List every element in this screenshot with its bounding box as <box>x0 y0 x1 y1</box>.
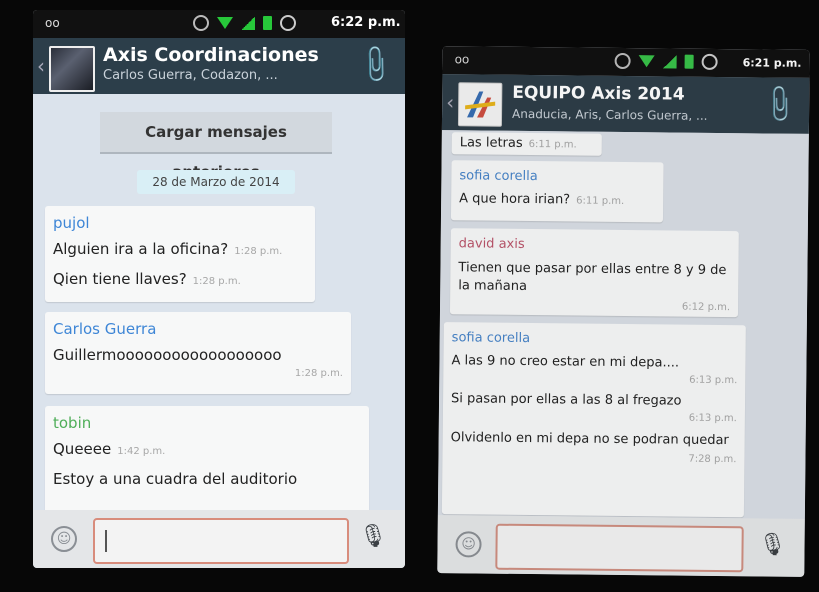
status-bar: oo 6:21 p.m. <box>442 46 810 78</box>
message-time: 6:11 p.m. <box>576 195 625 208</box>
sync-icon <box>614 52 631 70</box>
wifi-icon <box>638 55 655 68</box>
compose-bar: ☺ 🎙 <box>33 510 405 568</box>
sender-name: Carlos Guerra <box>53 320 157 338</box>
message-text: Queeee 1:42 p.m. <box>53 440 166 458</box>
message-list[interactable]: Cargar mensajes anteriores 28 de Marzo d… <box>33 94 405 510</box>
message-bubble[interactable]: tobin Queeee 1:42 p.m. Estoy a una cuadra… <box>45 406 369 510</box>
text-caret <box>105 530 107 552</box>
voicemail-icon: oo <box>45 16 60 30</box>
voicemail-icon: oo <box>454 52 470 67</box>
message-text: Las letras 6:11 p.m. <box>459 135 577 151</box>
message-time: 1:42 p.m. <box>117 446 166 457</box>
back-icon[interactable]: ‹ <box>446 90 454 114</box>
sync-icon <box>193 15 209 31</box>
paperclip-icon[interactable]: 📎 <box>757 83 801 127</box>
message-time: 1:28 p.m. <box>192 276 241 287</box>
alarm-icon <box>701 53 718 70</box>
signal-icon <box>241 16 255 30</box>
back-icon[interactable]: ‹ <box>37 54 45 78</box>
message-bubble[interactable]: Carlos Guerra Guillermoooooooooooooooooo… <box>45 312 351 394</box>
message-text: A que hora irian? 6:11 p.m. <box>459 191 625 208</box>
status-icons <box>614 52 718 70</box>
left-phone-screen: oo 6:22 p.m. ‹ Axis Coordinaciones Carlo… <box>33 10 405 568</box>
compose-bar: ☺ 🎙 <box>437 515 805 577</box>
message-bubble[interactable]: pujol Alguien ira a la oficina? 1:28 p.m.… <box>45 206 315 302</box>
group-title: Axis Coordinaciones <box>103 44 319 66</box>
sender-name: david axis <box>458 236 525 252</box>
message-time: 7:28 p.m. <box>688 453 737 466</box>
message-text: Olvidenlo en mi depa no se podran quedar <box>450 430 729 449</box>
message-list[interactable]: Las letras 6:11 p.m. sofia corella A que … <box>437 130 809 519</box>
message-text: Alguien ira a la oficina? 1:28 p.m. <box>53 240 283 258</box>
group-members: Carlos Guerra, Codazon, ... <box>103 68 278 83</box>
message-input[interactable] <box>495 523 744 573</box>
message-bubble[interactable]: sofia corella A las 9 no creo estar en m… <box>441 322 746 518</box>
alarm-icon <box>280 15 296 31</box>
message-bubble[interactable]: Las letras 6:11 p.m. <box>451 132 602 156</box>
microphone-icon[interactable]: 🎙 <box>359 524 387 549</box>
sender-name: pujol <box>53 214 90 232</box>
group-members: Anaducia, Aris, Carlos Guerra, ... <box>511 106 708 123</box>
message-text: Estoy a una cuadra del auditorio <box>53 470 298 488</box>
paperclip-icon[interactable]: 📎 <box>353 43 397 87</box>
chat-header[interactable]: ‹ Axis Coordinaciones Carlos Guerra, Cod… <box>33 38 405 94</box>
status-icons <box>193 15 296 31</box>
message-text: A las 9 no creo estar en mi depa.... <box>451 353 680 371</box>
wifi-icon <box>217 17 233 29</box>
signal-icon <box>662 54 677 69</box>
message-text: Tienen que pasar por ellas entre 8 y 9 d… <box>458 260 727 294</box>
status-time: 6:21 p.m. <box>742 56 802 70</box>
chat-header[interactable]: ‹ EQUIPO Axis 2014 Anaducia, Aris, Carlo… <box>441 74 810 134</box>
date-divider: 28 de Marzo de 2014 <box>137 170 295 194</box>
message-time: 6:13 p.m. <box>688 412 737 425</box>
group-title: EQUIPO Axis 2014 <box>512 82 685 105</box>
sender-name: tobin <box>53 414 92 432</box>
battery-icon <box>263 16 272 30</box>
smiley-icon[interactable]: ☺ <box>455 531 482 558</box>
message-input[interactable] <box>93 518 349 564</box>
sender-name: sofia corella <box>451 330 531 347</box>
message-time: 1:28 p.m. <box>294 368 343 379</box>
message-time: 1:28 p.m. <box>234 246 283 257</box>
message-time: 6:13 p.m. <box>689 374 738 387</box>
message-time: 6:12 p.m. <box>681 301 731 314</box>
message-text: Guillermoooooooooooooooooo <box>53 346 282 364</box>
group-avatar[interactable] <box>457 82 503 127</box>
battery-icon <box>684 54 694 69</box>
message-text: Qien tiene llaves? 1:28 p.m. <box>53 270 241 288</box>
status-bar: oo 6:22 p.m. <box>33 10 405 38</box>
microphone-icon[interactable]: 🎙 <box>758 532 786 557</box>
sender-name: sofia corella <box>459 168 538 185</box>
message-bubble[interactable]: sofia corella A que hora irian? 6:11 p.m. <box>450 160 664 223</box>
status-time: 6:22 p.m. <box>331 15 401 30</box>
load-earlier-button[interactable]: Cargar mensajes anteriores <box>100 112 332 181</box>
group-avatar[interactable] <box>49 46 95 92</box>
right-phone-screen: oo 6:21 p.m. ‹ EQUIPO Axis 2014 Anaducia… <box>437 46 810 577</box>
message-text: Si pasan por ellas a las 8 al fregazo <box>450 391 682 409</box>
message-bubble[interactable]: david axis Tienen que pasar por ellas en… <box>449 228 739 318</box>
axis-logo-icon <box>465 91 496 118</box>
message-time: 6:11 p.m. <box>528 138 577 151</box>
smiley-icon[interactable]: ☺ <box>51 526 77 552</box>
